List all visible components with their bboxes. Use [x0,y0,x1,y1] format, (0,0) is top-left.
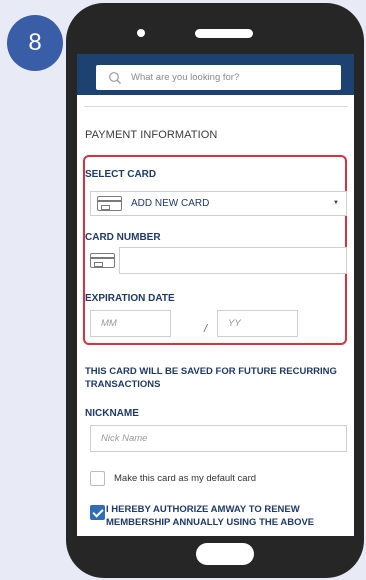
card-number-label: CARD NUMBER [85,232,161,243]
search-placeholder: What are you looking for? [131,72,240,83]
card-number-field[interactable] [119,247,347,274]
expiration-year-field[interactable]: YY [217,310,298,337]
expiration-month-field[interactable]: MM [90,310,171,337]
home-button[interactable] [196,543,254,565]
speaker-bar [195,29,253,38]
search-icon [108,71,122,85]
camera-dot [137,29,145,37]
default-card-label: Make this card as my default card [114,473,257,484]
card-number-icon-wrap [90,253,115,273]
credit-card-icon [90,253,115,268]
expiration-date-label: EXPIRATION DATE [85,293,175,304]
search-input[interactable]: What are you looking for? [96,65,341,90]
chevron-down-icon: ▼ [333,200,339,206]
select-card-label: SELECT CARD [85,169,157,180]
divider [84,106,348,107]
default-card-checkbox[interactable] [90,471,105,486]
date-separator: / [204,323,208,335]
authorize-checkbox[interactable] [90,505,105,520]
search-header: What are you looking for? [77,54,354,95]
select-card-value: ADD NEW CARD [131,198,210,209]
nickname-label: NICKNAME [85,408,139,419]
credit-card-icon [97,196,122,211]
authorize-label: I HEREBY AUTHORIZE AMWAY TO RENEW MEMBER… [106,504,315,528]
nickname-field[interactable]: Nick Name [90,425,347,452]
step-number-badge: 8 [7,15,63,71]
phone-screen: What are you looking for? PAYMENT INFORM… [77,54,354,536]
phone-frame: What are you looking for? PAYMENT INFORM… [66,3,364,578]
section-title: PAYMENT INFORMATION [85,129,218,141]
save-card-notice: THIS CARD WILL BE SAVED FOR FUTURE RECUR… [85,366,337,390]
select-card-dropdown[interactable]: ADD NEW CARD ▼ [90,191,347,216]
